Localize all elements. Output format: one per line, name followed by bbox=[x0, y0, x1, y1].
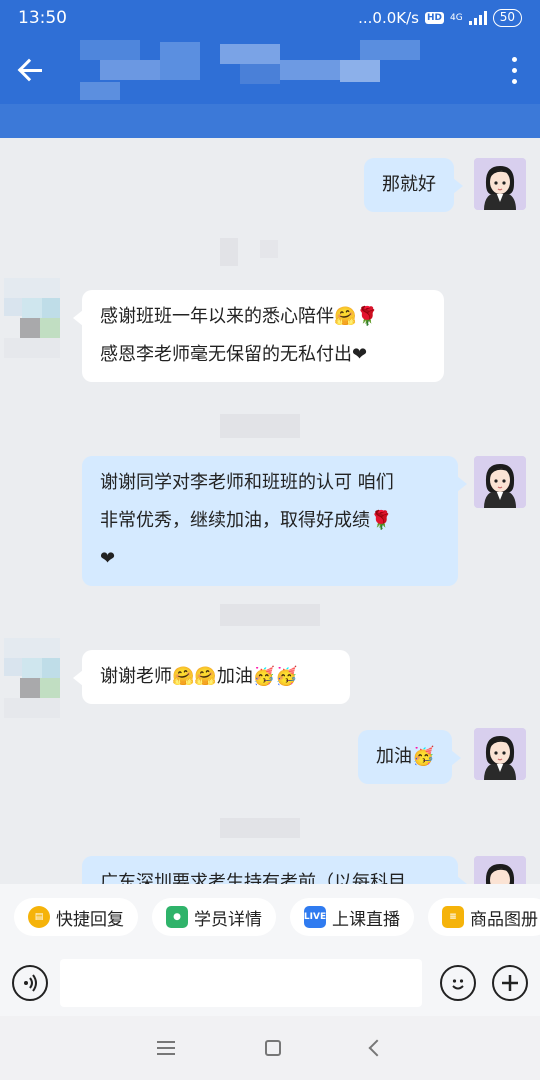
back-nav-icon[interactable] bbox=[368, 1039, 386, 1057]
message-bubble-sent[interactable]: 谢谢同学对李老师和班班的认可 咱们 非常优秀，继续加油，取得好成绩🌹 ❤ bbox=[82, 456, 467, 586]
message-input[interactable] bbox=[60, 959, 422, 1007]
message-bubble-sent[interactable]: 加油🥳 bbox=[358, 730, 462, 784]
product-catalog-button[interactable]: ≡ 商品图册 bbox=[428, 898, 540, 936]
voice-input-icon[interactable] bbox=[12, 965, 48, 1001]
home-nav-icon[interactable] bbox=[265, 1040, 281, 1056]
quick-action-bar: ▤ 快捷回复 ● 学员详情 LIVE 上课直播 ≡ 商品图册 bbox=[0, 884, 540, 950]
header-subbar bbox=[0, 104, 540, 138]
hd-badge: HD bbox=[425, 12, 445, 24]
status-bar: 13:50 ...0.0K/s HD 4G 50 bbox=[0, 0, 540, 36]
network-speed: ...0.0K/s bbox=[358, 9, 419, 27]
timestamp-pixelated bbox=[220, 604, 320, 626]
quick-reply-icon: ▤ bbox=[28, 906, 50, 928]
battery-indicator: 50 bbox=[492, 9, 522, 27]
message-bubble-received[interactable]: 谢谢老师🤗🤗加油🥳🥳 bbox=[73, 650, 350, 704]
avatar-me[interactable] bbox=[474, 158, 526, 210]
signal-icon bbox=[468, 11, 487, 25]
message-bubble-sent[interactable]: 广东深圳要求考生持有考前（以每科目 bbox=[82, 856, 467, 884]
chat-area[interactable]: 那就好 感谢班班一年以来的悉心陪伴🤗🌹 感恩李老师毫无保留的无私付出❤ 谢谢同学… bbox=[0, 138, 540, 884]
avatar-me[interactable] bbox=[474, 856, 526, 884]
emoji-icon[interactable] bbox=[440, 965, 476, 1001]
message-bubble-received[interactable]: 感谢班班一年以来的悉心陪伴🤗🌹 感恩李老师毫无保留的无私付出❤ bbox=[73, 290, 444, 382]
live-class-button[interactable]: LIVE 上课直播 bbox=[290, 898, 414, 936]
network-type: 4G bbox=[450, 13, 463, 23]
menu-nav-icon[interactable] bbox=[157, 1041, 175, 1055]
catalog-icon: ≡ bbox=[442, 906, 464, 928]
timestamp-pixelated bbox=[220, 414, 300, 438]
back-arrow-icon[interactable] bbox=[16, 55, 46, 85]
avatar-contact[interactable] bbox=[4, 638, 60, 718]
contact-name-pixelated bbox=[80, 40, 440, 102]
avatar-me[interactable] bbox=[474, 728, 526, 780]
avatar-me[interactable] bbox=[474, 456, 526, 508]
message-bubble-sent[interactable]: 那就好 bbox=[364, 158, 463, 212]
top-bar: 13:50 ...0.0K/s HD 4G 50 bbox=[0, 0, 540, 138]
timestamp-pixelated bbox=[220, 818, 300, 838]
student-icon: ● bbox=[166, 906, 188, 928]
live-icon: LIVE bbox=[304, 906, 326, 928]
system-nav-bar bbox=[0, 1016, 540, 1080]
quick-reply-button[interactable]: ▤ 快捷回复 bbox=[14, 898, 138, 936]
status-time: 13:50 bbox=[18, 8, 67, 28]
timestamp-pixelated bbox=[220, 238, 238, 266]
student-details-button[interactable]: ● 学员详情 bbox=[152, 898, 276, 936]
add-plus-icon[interactable] bbox=[492, 965, 528, 1001]
message-input-row bbox=[0, 950, 540, 1016]
more-options-icon[interactable] bbox=[504, 56, 524, 84]
avatar-contact[interactable] bbox=[4, 278, 60, 358]
